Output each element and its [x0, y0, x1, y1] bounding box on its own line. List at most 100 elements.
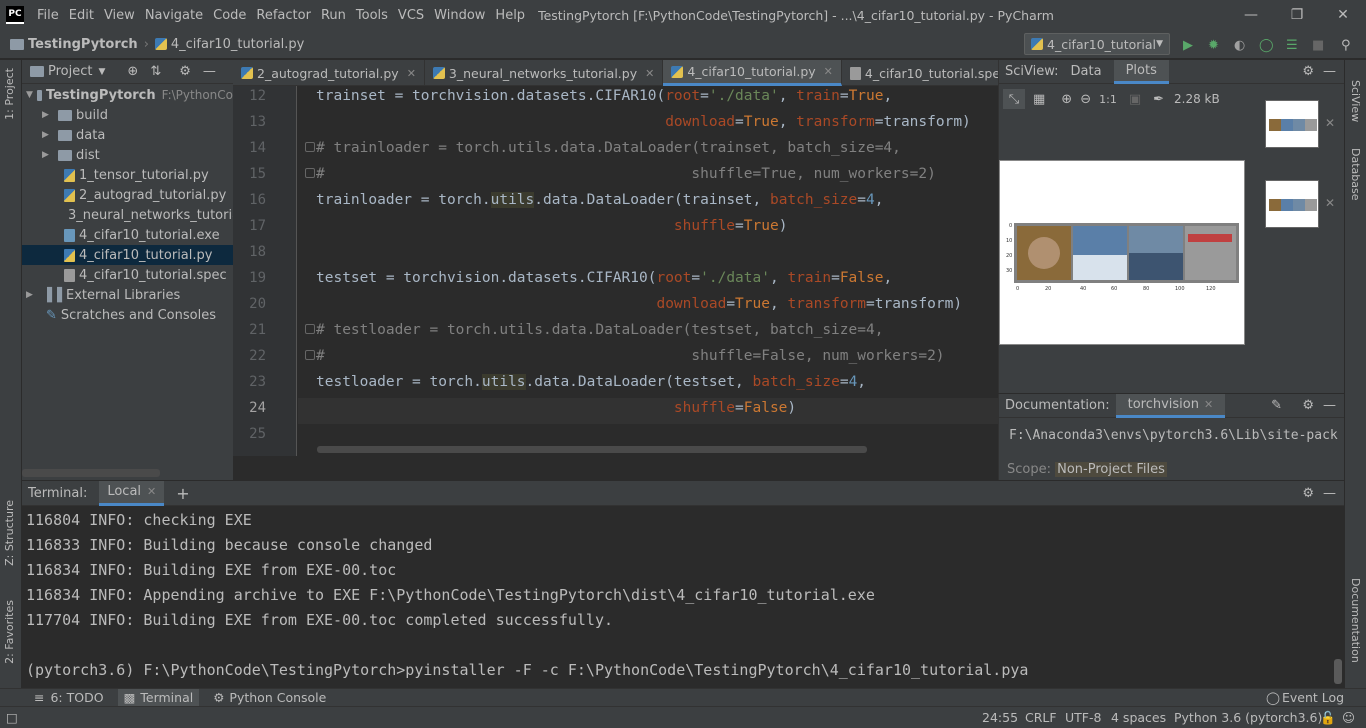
indent-setting[interactable]: 4 spaces	[1111, 710, 1166, 725]
crosshair-icon[interactable]: ⊕	[127, 64, 138, 79]
collapsed-arrow-icon[interactable]: ▶	[42, 130, 54, 140]
cursor-position[interactable]: 24:55	[982, 710, 1018, 725]
editor-horizontal-scrollbar[interactable]	[317, 446, 867, 453]
profile-icon[interactable]: ◯	[1259, 38, 1274, 53]
run-configuration-select[interactable]: 4_cifar10_tutorial ▼	[1024, 33, 1170, 55]
menu-edit[interactable]: Edit	[64, 8, 99, 23]
background-icon[interactable]: ▣	[1129, 92, 1141, 107]
collapsed-arrow-icon[interactable]: ▶	[42, 150, 54, 160]
tree-item-dist[interactable]: ▶ dist	[22, 145, 233, 165]
terminal-scrollbar[interactable]	[1334, 659, 1342, 684]
python-interpreter[interactable]: Python 3.6 (pytorch3.6)	[1174, 710, 1322, 725]
plot-main-image[interactable]: 0 10 20 30 0 20 40 60 80 100 120	[999, 160, 1245, 345]
fit-zoom-icon[interactable]: ⤡	[1003, 89, 1025, 109]
menu-file[interactable]: File	[32, 8, 64, 23]
tool-python-console-button[interactable]: Python Console	[229, 690, 326, 705]
hide-icon[interactable]: —	[203, 64, 216, 79]
menu-refactor[interactable]: Refactor	[251, 8, 316, 23]
menu-window[interactable]: Window	[429, 8, 490, 23]
code-area[interactable]: trainset = torchvision.datasets.CIFAR10(…	[298, 86, 998, 456]
run-icon[interactable]: ▶	[1183, 38, 1193, 53]
tree-item-data[interactable]: ▶ data	[22, 125, 233, 145]
stop-icon[interactable]: ■	[1312, 38, 1324, 53]
menu-run[interactable]: Run	[316, 8, 351, 23]
close-tab-icon[interactable]: ✕	[645, 67, 654, 80]
tree-item-file[interactable]: 4_cifar10_tutorial.exe	[22, 225, 233, 245]
tab-plots[interactable]: Plots	[1113, 59, 1169, 84]
new-session-icon[interactable]: +	[176, 484, 189, 503]
editor-tab[interactable]: 3_neural_networks_tutorial.py ✕	[425, 60, 664, 86]
restore-icon[interactable]: ❐	[1274, 0, 1320, 30]
tree-item-root[interactable]: ▼ TestingPytorch F:\PythonCo	[22, 85, 233, 105]
close-icon[interactable]: ✕	[1320, 0, 1366, 30]
tab-torchvision[interactable]: torchvision ✕	[1115, 393, 1226, 418]
chevron-down-icon[interactable]: ▼	[98, 67, 105, 77]
tab-documentation-tool[interactable]: Documentation	[1349, 578, 1362, 663]
terminal-output[interactable]: 116804 INFO: checking EXE 116833 INFO: B…	[22, 506, 1344, 683]
menu-navigate[interactable]: Navigate	[140, 8, 208, 23]
tree-item-file[interactable]: 3_neural_networks_tutorial	[22, 205, 233, 225]
tree-item-file[interactable]: 4_cifar10_tutorial.spec	[22, 265, 233, 285]
tab-favorites-tool[interactable]: 2: Favorites	[3, 600, 16, 664]
tool-event-log-button[interactable]: Event Log	[1282, 690, 1344, 705]
editor-tab-active[interactable]: 4_cifar10_tutorial.py ✕	[663, 60, 842, 86]
close-thumbnail-icon[interactable]: ✕	[1325, 196, 1335, 210]
close-tab-icon[interactable]: ✕	[407, 67, 416, 80]
tool-todo-button[interactable]: 6: TODO	[50, 690, 103, 705]
tool-terminal-button[interactable]: ▩ Terminal	[117, 688, 200, 707]
notifications-icon[interactable]: ☺	[1342, 710, 1355, 725]
gear-icon[interactable]: ⚙	[1302, 486, 1314, 501]
tab-database-tool[interactable]: Database	[1349, 148, 1362, 201]
expanded-arrow-icon[interactable]: ▼	[26, 90, 33, 100]
horizontal-scrollbar[interactable]	[22, 469, 160, 477]
editor-tab[interactable]: 2_autograd_tutorial.py ✕	[233, 60, 425, 86]
actual-size-button[interactable]: 1:1	[1099, 93, 1117, 106]
close-tab-icon[interactable]: ✕	[1204, 398, 1213, 411]
tab-structure-tool[interactable]: Z: Structure	[3, 500, 16, 566]
line-separator[interactable]: CRLF	[1025, 710, 1057, 725]
minimize-icon[interactable]: —	[1228, 0, 1274, 30]
debug-icon[interactable]: ✹	[1208, 38, 1219, 53]
tab-data[interactable]: Data	[1059, 60, 1114, 84]
menu-view[interactable]: View	[99, 8, 140, 23]
menu-code[interactable]: Code	[208, 8, 251, 23]
zoom-out-icon[interactable]: ⊖	[1080, 92, 1091, 107]
lock-icon[interactable]: 🔓	[1320, 710, 1336, 726]
zoom-in-icon[interactable]: ⊕	[1061, 92, 1072, 107]
tool-windows-toggle-icon[interactable]: □	[6, 710, 18, 725]
gear-icon[interactable]: ⚙	[1302, 64, 1314, 79]
search-everywhere-icon[interactable]: ⚲	[1341, 38, 1351, 53]
close-tab-icon[interactable]: ✕	[824, 65, 833, 78]
tree-item-file[interactable]: 1_tensor_tutorial.py	[22, 165, 233, 185]
collapsed-arrow-icon[interactable]: ▶	[42, 110, 54, 120]
plot-thumbnail[interactable]	[1265, 180, 1319, 228]
menu-tools[interactable]: Tools	[351, 8, 393, 23]
coverage-icon[interactable]: ◐	[1234, 38, 1245, 53]
close-thumbnail-icon[interactable]: ✕	[1325, 116, 1335, 130]
hide-icon[interactable]: —	[1323, 64, 1336, 79]
project-panel-title[interactable]: Project	[48, 64, 92, 79]
file-encoding[interactable]: UTF-8	[1065, 710, 1101, 725]
gear-icon[interactable]: ⚙	[1302, 398, 1314, 413]
breadcrumb-project[interactable]: TestingPytorch	[28, 37, 138, 52]
tree-item-scratches[interactable]: ✎ Scratches and Consoles	[22, 305, 233, 325]
breadcrumb-file[interactable]: 4_cifar10_tutorial.py	[171, 37, 304, 52]
concurrency-icon[interactable]: ☰	[1286, 38, 1298, 53]
grid-icon[interactable]: ▦	[1033, 92, 1045, 107]
collapsed-arrow-icon[interactable]: ▶	[26, 290, 38, 300]
tree-item-file-selected[interactable]: 4_cifar10_tutorial.py	[22, 245, 233, 265]
color-picker-icon[interactable]: ✒	[1153, 92, 1164, 107]
plot-thumbnail[interactable]	[1265, 100, 1319, 148]
tree-item-build[interactable]: ▶ build	[22, 105, 233, 125]
tree-item-file[interactable]: 2_autograd_tutorial.py	[22, 185, 233, 205]
menu-help[interactable]: Help	[490, 8, 530, 23]
tab-project-tool[interactable]: 1: Project	[3, 68, 16, 120]
collapse-all-icon[interactable]: ⇅	[150, 64, 161, 79]
hide-icon[interactable]: —	[1323, 486, 1336, 501]
close-tab-icon[interactable]: ✕	[147, 485, 156, 498]
tab-local[interactable]: Local ✕	[99, 480, 165, 506]
edit-source-icon[interactable]: ✎	[1271, 398, 1282, 413]
hide-icon[interactable]: —	[1323, 398, 1336, 413]
tab-sciview-tool[interactable]: SciView	[1349, 80, 1362, 122]
menu-vcs[interactable]: VCS	[393, 8, 429, 23]
